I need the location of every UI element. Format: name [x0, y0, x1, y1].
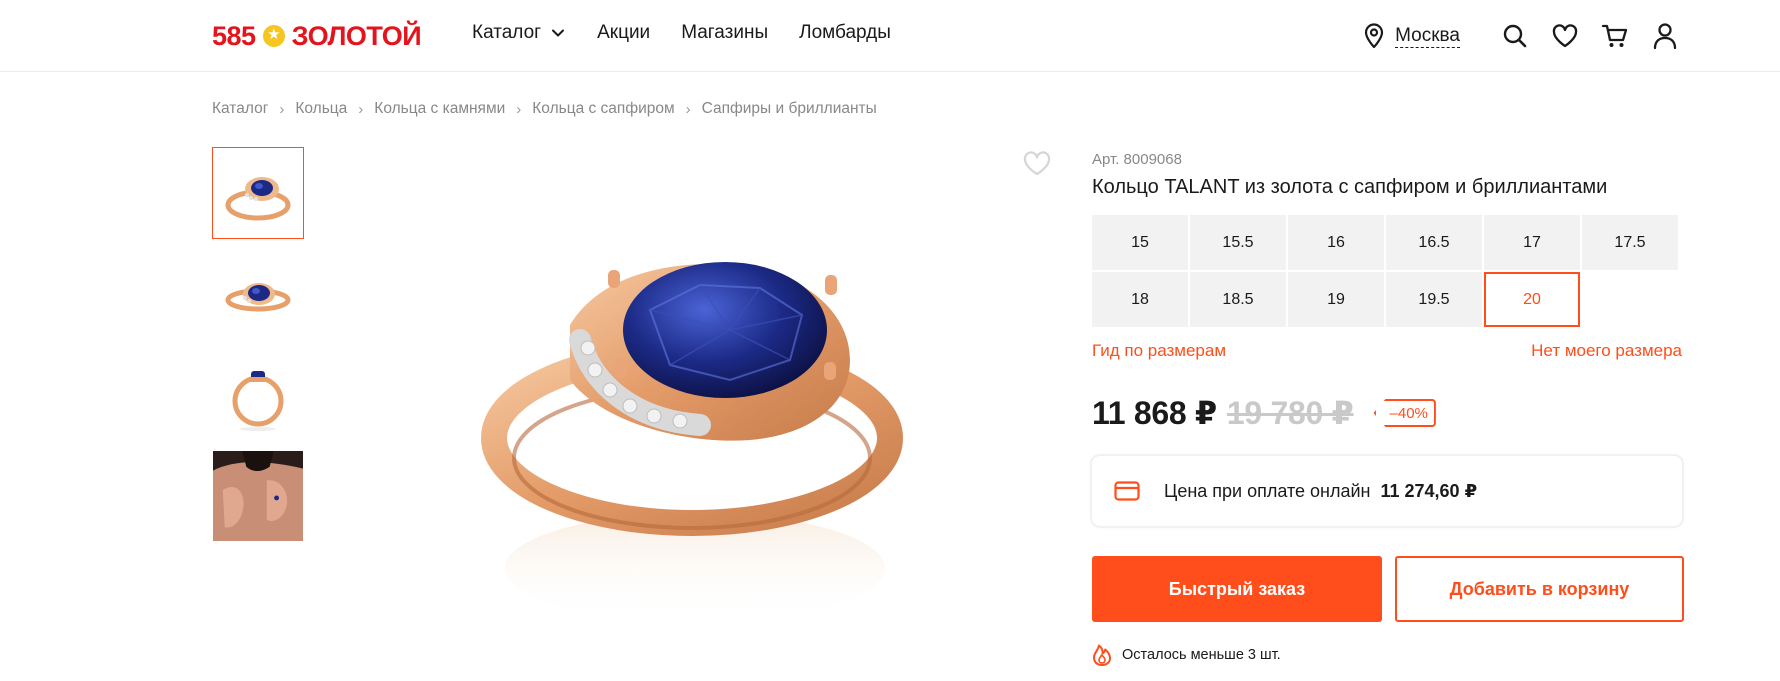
- city-selector[interactable]: Москва: [1363, 23, 1460, 49]
- breadcrumb-separator-icon: ›: [279, 100, 285, 118]
- logo[interactable]: 585 ЗОЛОТОЙ: [212, 18, 422, 54]
- breadcrumb-item[interactable]: Кольца с сапфиром: [532, 100, 674, 118]
- size-option[interactable]: 15.5: [1190, 215, 1286, 270]
- breadcrumb-item[interactable]: Кольца: [295, 100, 347, 118]
- nav-stores-label: Магазины: [681, 22, 769, 43]
- logo-word: ЗОЛОТОЙ: [291, 20, 422, 51]
- breadcrumb-item[interactable]: Сапфиры и бриллианты: [702, 100, 877, 118]
- nav-stores[interactable]: Магазины: [681, 22, 768, 44]
- size-option[interactable]: 19: [1288, 272, 1384, 327]
- size-option[interactable]: 19.5: [1386, 272, 1482, 327]
- nav-catalog[interactable]: Каталог: [472, 22, 566, 44]
- nav-pawnshops[interactable]: Ломбарды: [799, 22, 891, 44]
- size-option[interactable]: 18.5: [1190, 272, 1286, 327]
- account-button[interactable]: [1650, 21, 1680, 51]
- online-price-value: 11 274,60 ₽: [1380, 480, 1478, 501]
- nav-pawnshops-label: Ломбарды: [799, 22, 891, 43]
- cart-icon: [1601, 24, 1628, 47]
- search-icon: [1503, 24, 1527, 48]
- fire-icon: [1093, 644, 1111, 666]
- search-button[interactable]: [1500, 21, 1530, 51]
- ring-thumbnail-image: [225, 177, 291, 221]
- favorites-button[interactable]: [1550, 21, 1580, 51]
- nav-promotions[interactable]: Акции: [597, 22, 650, 44]
- online-price-label: Цена при оплате онлайн: [1164, 480, 1371, 501]
- discount-badge: –40%: [1373, 399, 1436, 427]
- thumbnail-ring-front[interactable]: [212, 248, 304, 340]
- city-name: Москва: [1395, 24, 1460, 48]
- size-option[interactable]: 18: [1092, 272, 1188, 327]
- stock-status: Осталось меньше 3 шт.: [1092, 643, 1281, 667]
- main-nav: Каталог Акции Магазины Ломбарды: [472, 22, 922, 44]
- size-guide-link[interactable]: Гид по размерам: [1092, 341, 1226, 361]
- add-to-cart-button[interactable]: Добавить в корзину: [1395, 556, 1684, 622]
- ring-thumbnail-image: [232, 371, 284, 431]
- size-selector: 15 15.5 16 16.5 17 17.5 18 18.5 19 19.5 …: [1092, 215, 1678, 327]
- location-pin-icon: [1365, 23, 1384, 49]
- cart-button[interactable]: [1600, 21, 1630, 51]
- logo-number: 585: [212, 20, 256, 51]
- heart-icon: [1552, 24, 1578, 48]
- online-payment-price: Цена при оплате онлайн 11 274,60 ₽: [1092, 456, 1682, 526]
- sapphire-ring-image: [481, 262, 903, 623]
- user-icon: [1653, 23, 1677, 50]
- breadcrumb-item[interactable]: Каталог: [212, 100, 268, 118]
- thumbnail-model-photo[interactable]: [212, 450, 304, 542]
- breadcrumb-separator-icon: ›: [516, 100, 522, 118]
- size-option[interactable]: 16: [1288, 215, 1384, 270]
- breadcrumb: Каталог › Кольца › Кольца с камнями › Ко…: [212, 100, 877, 118]
- breadcrumb-separator-icon: ›: [358, 100, 364, 118]
- logo-star-icon: [262, 24, 285, 47]
- size-option-selected[interactable]: 20: [1484, 272, 1580, 327]
- site-header: 585 ЗОЛОТОЙ Каталог Акции Магазины Ломба…: [0, 0, 1780, 72]
- thumbnail-ring-side[interactable]: [212, 349, 304, 441]
- thumbnail-gallery: [212, 147, 304, 551]
- header-actions: Москва: [1363, 18, 1680, 54]
- ring-thumbnail-image: [225, 283, 291, 312]
- nav-catalog-label: Каталог: [472, 22, 542, 43]
- price-row: 11 868 ₽ 19 780 ₽ –40%: [1092, 394, 1436, 432]
- thumbnail-ring-angle[interactable]: [212, 147, 304, 239]
- old-price: 19 780 ₽: [1226, 395, 1354, 431]
- size-option[interactable]: 15: [1092, 215, 1188, 270]
- size-option[interactable]: 17: [1484, 215, 1580, 270]
- chevron-down-icon: [552, 29, 565, 37]
- add-to-favorites-button[interactable]: [1022, 150, 1052, 178]
- credit-card-icon: [1114, 481, 1140, 501]
- quick-order-button[interactable]: Быстрый заказ: [1092, 556, 1382, 622]
- model-photo-image: [213, 451, 303, 541]
- size-option[interactable]: 16.5: [1386, 215, 1482, 270]
- current-price: 11 868 ₽: [1092, 395, 1217, 431]
- main-product-image[interactable]: [430, 230, 970, 681]
- nav-promotions-label: Акции: [597, 22, 651, 43]
- product-title: Кольцо TALANT из золота с сапфиром и бри…: [1092, 176, 1608, 198]
- stock-text: Осталось меньше 3 шт.: [1122, 647, 1281, 663]
- product-sku: Арт. 8009068: [1092, 151, 1182, 168]
- heart-outline-icon: [1023, 151, 1051, 176]
- size-option[interactable]: 17.5: [1582, 215, 1678, 270]
- no-size-link[interactable]: Нет моего размера: [1531, 341, 1682, 361]
- breadcrumb-separator-icon: ›: [685, 100, 691, 118]
- breadcrumb-item[interactable]: Кольца с камнями: [374, 100, 505, 118]
